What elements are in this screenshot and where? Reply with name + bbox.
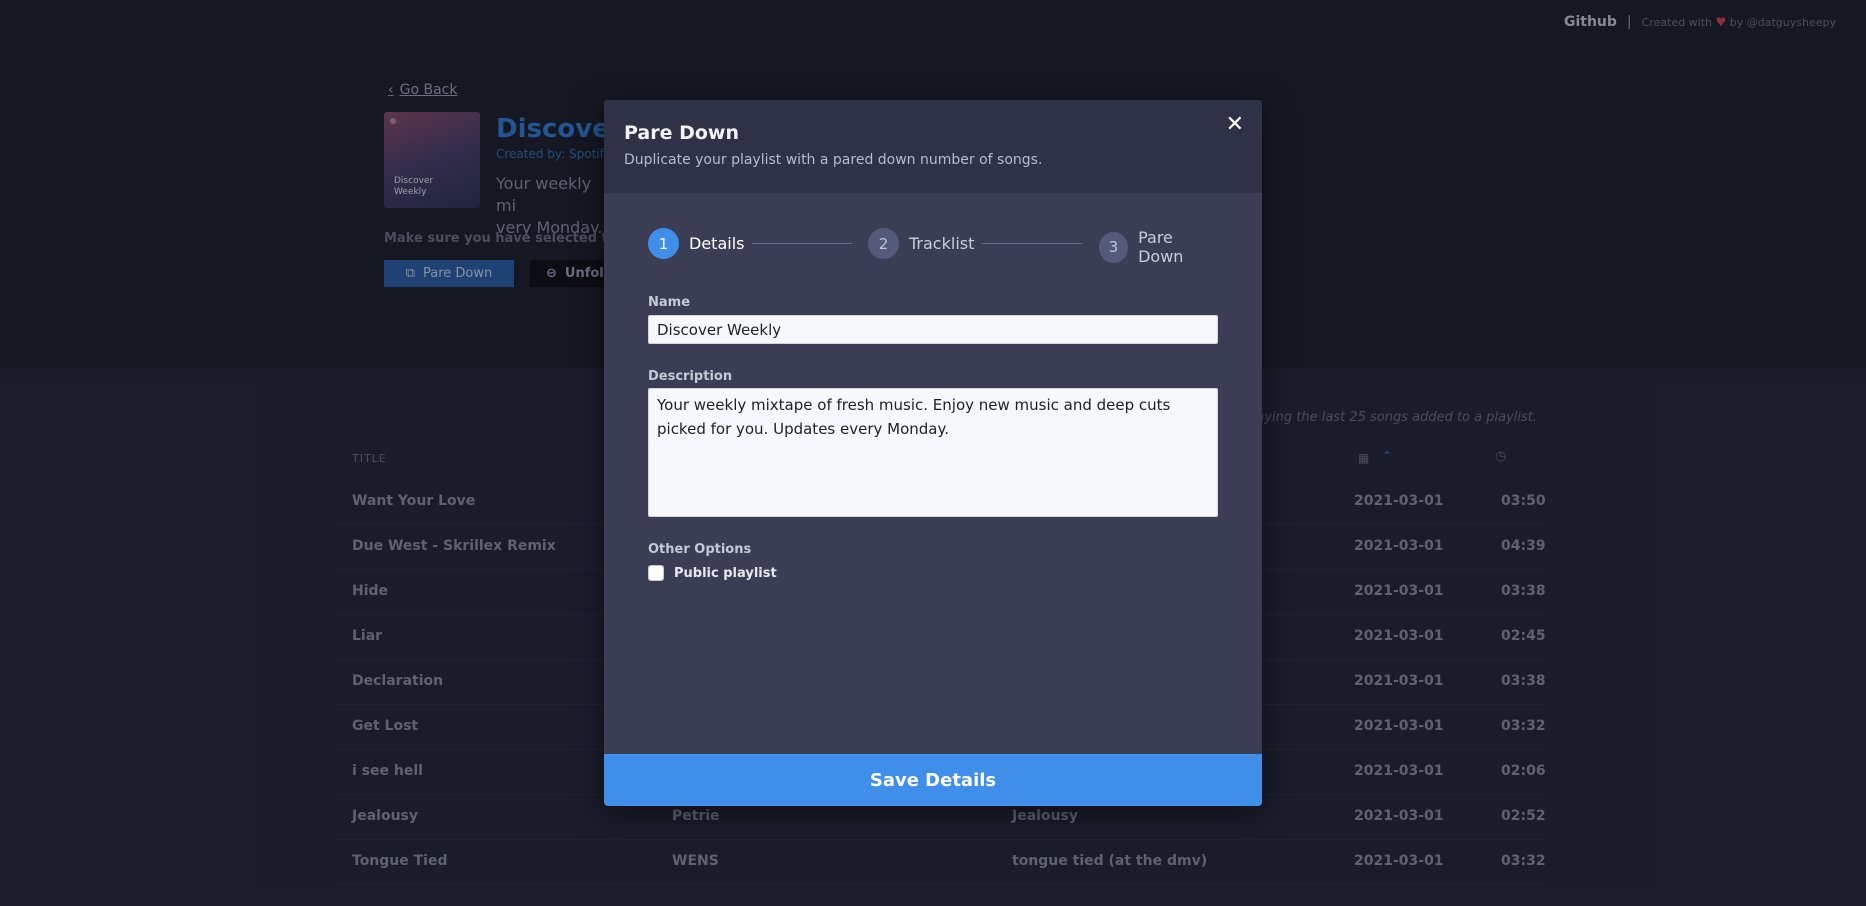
name-label: Name [648,295,691,310]
step-details[interactable]: 1 Details [648,228,744,259]
public-playlist-option[interactable]: Public playlist [648,565,777,581]
step-label: Tracklist [909,234,975,253]
step-pare-down[interactable]: 3 Pare Down [1099,228,1218,266]
other-options-label: Other Options [648,542,752,557]
public-playlist-label: Public playlist [674,565,777,581]
description-textarea[interactable] [648,388,1218,517]
pare-down-modal: Pare Down Duplicate your playlist with a… [604,100,1262,806]
stepper: 1 Details 2 Tracklist 3 Pare Down [648,228,1218,266]
step-connector [982,243,1082,244]
step-number: 1 [648,228,679,259]
public-playlist-checkbox[interactable] [648,565,664,581]
step-label: Pare Down [1138,228,1184,266]
modal-header: Pare Down Duplicate your playlist with a… [604,100,1262,193]
modal-subtitle: Duplicate your playlist with a pared dow… [624,152,1043,168]
save-details-button[interactable]: Save Details [604,754,1262,806]
step-number: 2 [868,228,899,259]
modal-title: Pare Down [624,122,740,144]
step-connector [752,243,852,244]
step-label: Details [689,234,745,253]
name-input[interactable] [648,315,1218,344]
close-icon[interactable]: ✕ [1226,114,1244,136]
description-label: Description [648,369,733,384]
step-number: 3 [1099,231,1129,263]
step-tracklist[interactable]: 2 Tracklist [868,228,974,259]
